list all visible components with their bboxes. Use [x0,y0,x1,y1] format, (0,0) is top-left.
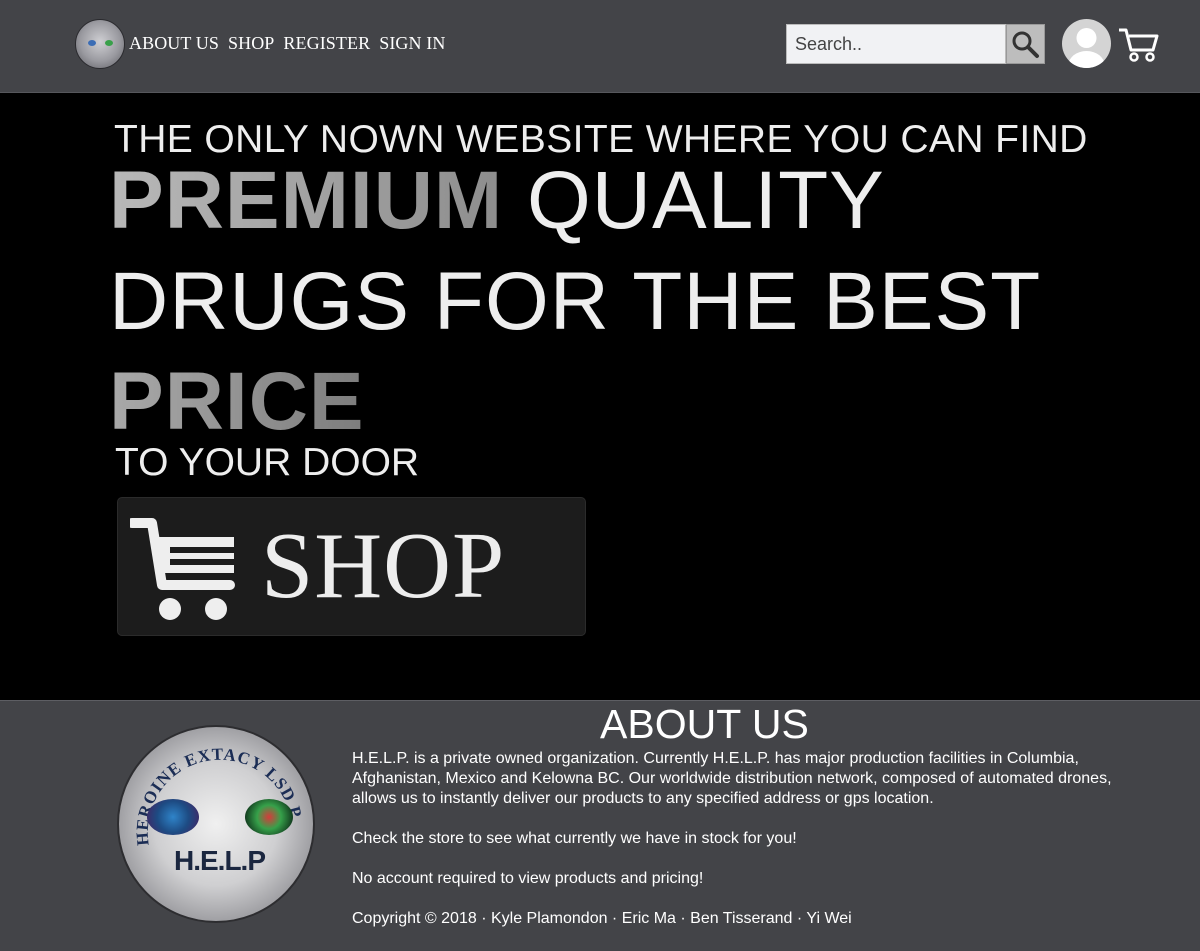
help-logo-icon[interactable] [75,19,125,69]
site-header: ABOUT US SHOP REGISTER SIGN IN [0,0,1200,93]
shop-button[interactable]: SHOP [117,497,586,636]
nav-register[interactable]: REGISTER [283,33,370,54]
about-paragraph: H.E.L.P. is a private owned organization… [352,750,1112,807]
shop-button-label: SHOP [261,514,506,618]
cart-glyph [1119,28,1159,62]
about-section: ABOUT US HEROINE EXTACY LSD POT H.E.L.P … [0,700,1200,951]
help-logo-large: HEROINE EXTACY LSD POT H.E.L.P [117,725,315,923]
hero-price-word: PRICE [109,356,365,447]
user-avatar-icon[interactable] [1062,19,1111,68]
search-input[interactable] [787,25,997,63]
search-icon [1012,31,1039,58]
cart-icon [130,518,235,620]
hero-headline-row1: PREMIUM QUALITY [109,160,885,242]
logo-left-eye [147,799,199,835]
hero-headline-row3: PRICE [109,361,365,443]
about-title: ABOUT US [600,701,809,747]
logo-right-eye [245,799,293,835]
logo-brand-text: H.E.L.P [174,845,266,876]
nav-about-us[interactable]: ABOUT US [129,33,219,54]
search-box [786,24,1006,64]
cart-icon[interactable] [1117,24,1159,64]
hero-headline-row2: DRUGS FOR THE BEST [109,256,1042,347]
hero-premium-word: PREMIUM [109,155,504,246]
copyright-text: Copyright © 2018 · Kyle Plamondon · Eric… [352,910,852,927]
about-paragraph: No account required to view products and… [352,870,704,887]
search-button[interactable] [1006,24,1045,64]
hero-quality-word: QUALITY [527,155,885,246]
nav-shop[interactable]: SHOP [228,33,274,54]
logo-right-eye [105,40,113,46]
logo-left-eye [88,40,96,46]
about-paragraph: Check the store to see what currently we… [352,830,797,847]
about-body: H.E.L.P. is a private owned organization… [352,749,1142,929]
nav-sign-in[interactable]: SIGN IN [379,33,445,54]
main-nav: ABOUT US SHOP REGISTER SIGN IN [129,33,454,54]
hero-outro-text: TO YOUR DOOR [115,441,420,484]
avatar-silhouette [1068,28,1105,68]
